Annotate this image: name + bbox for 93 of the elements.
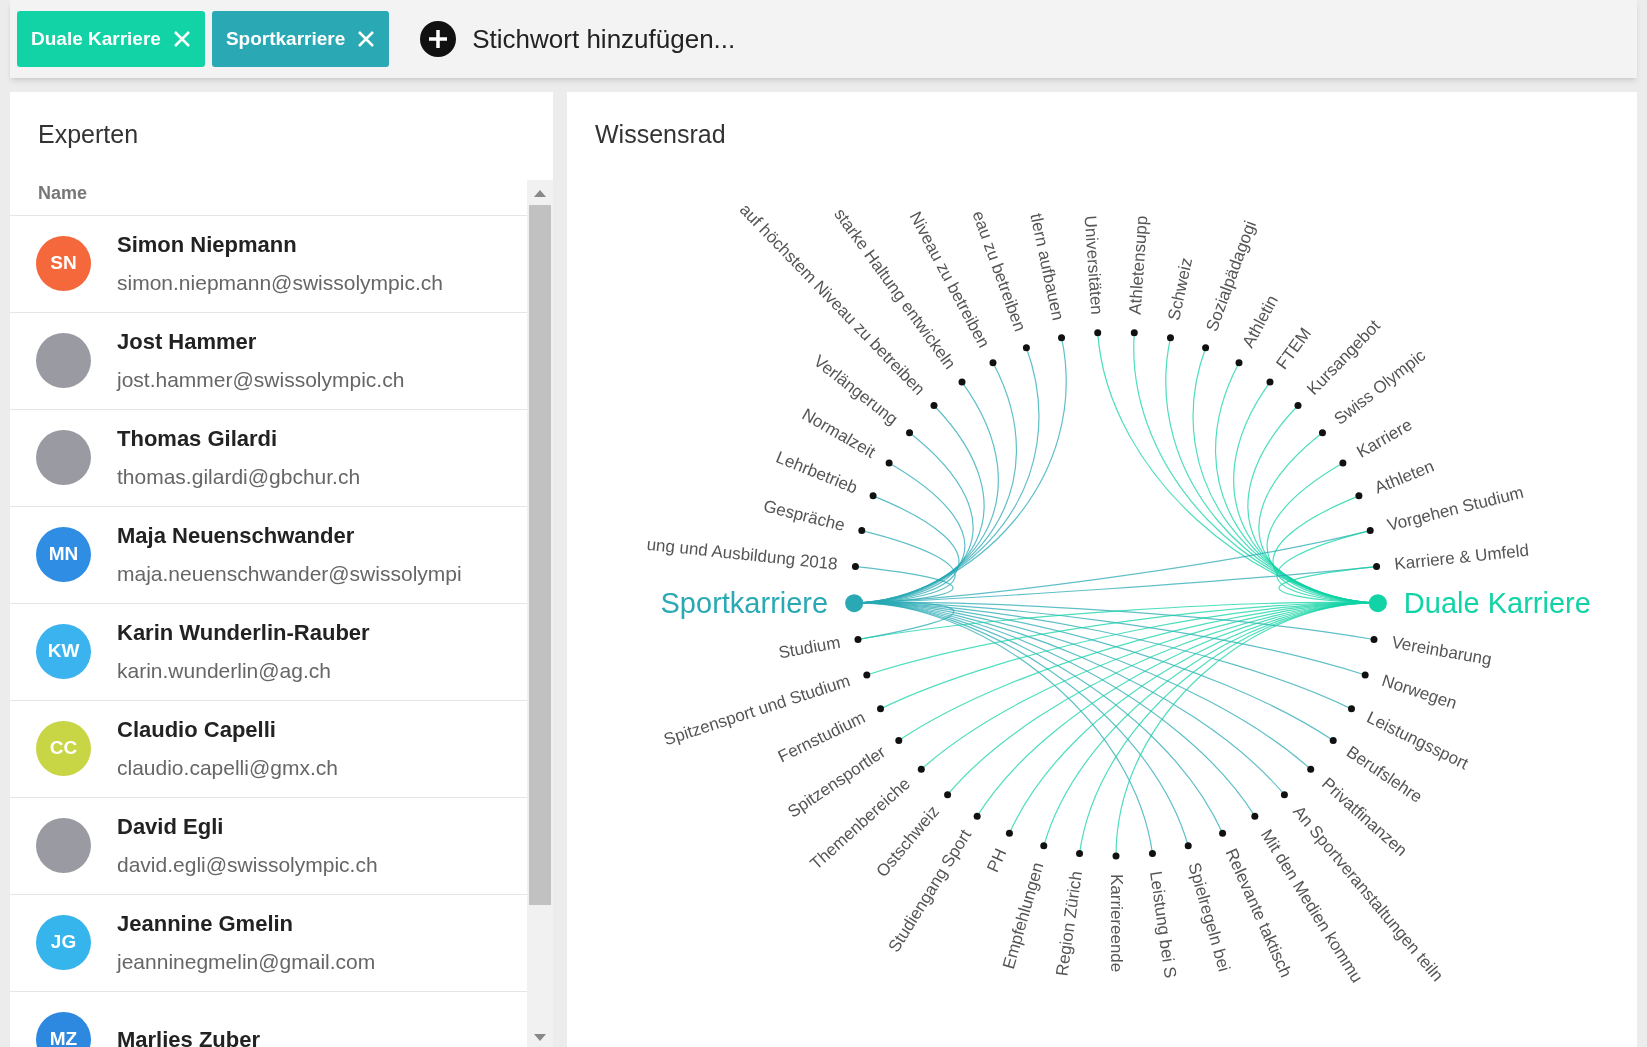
node-dot[interactable] — [1005, 829, 1013, 837]
node-dot[interactable] — [1373, 562, 1381, 570]
node-dot[interactable] — [1348, 704, 1355, 712]
node-label[interactable]: Region Zürich — [1052, 869, 1086, 977]
node-dot[interactable] — [1318, 428, 1326, 436]
node-dot[interactable] — [851, 562, 859, 570]
node-dot[interactable] — [1112, 852, 1120, 859]
node-dot[interactable] — [1251, 812, 1259, 820]
node-dot[interactable] — [1058, 333, 1066, 341]
node-dot[interactable] — [1366, 526, 1374, 534]
avatar: KW — [36, 624, 91, 679]
node-dot[interactable] — [1094, 328, 1102, 336]
node-dot[interactable] — [906, 428, 914, 436]
node-dot[interactable] — [1166, 333, 1174, 341]
node-dot[interactable] — [930, 401, 938, 409]
hub-node[interactable] — [845, 593, 864, 612]
node-dot[interactable] — [944, 790, 952, 798]
tag-label: Sportkarriere — [225, 26, 346, 51]
panel-title: Wissensrad — [594, 119, 727, 150]
node-dot[interactable] — [858, 526, 866, 534]
node-dot[interactable] — [989, 358, 997, 366]
node-dot[interactable] — [973, 812, 981, 820]
avatar: SN — [36, 236, 91, 291]
node-dot[interactable] — [1280, 790, 1288, 798]
node-label[interactable]: tlern aufbauen — [1026, 211, 1068, 322]
node-label[interactable]: Leistung bei S — [1146, 869, 1180, 979]
node-dot[interactable] — [1361, 670, 1369, 678]
node-dot[interactable] — [1202, 343, 1210, 351]
expert-name[interactable]: Thomas Gilardi — [117, 422, 361, 456]
node-dot[interactable] — [1219, 829, 1227, 837]
expert-email: jeanninegmelin@gmail.com — [117, 949, 376, 976]
expert-email: karin.wunderlin@ag.ch — [117, 658, 332, 685]
avatar-photo — [36, 333, 91, 388]
expert-email: maja.neuenschwander@swissolympi — [117, 561, 462, 588]
avatar: MN — [36, 527, 91, 582]
expert-email: jost.hammer@swissolympic.ch — [117, 367, 405, 394]
node-dot[interactable] — [1022, 343, 1030, 351]
node-dot[interactable] — [895, 736, 903, 744]
expert-name[interactable]: Simon Niepmann — [117, 228, 443, 262]
node-dot[interactable] — [1294, 401, 1302, 409]
node-dot[interactable] — [885, 459, 893, 466]
node-dot[interactable] — [1370, 635, 1378, 643]
avatar-photo — [36, 430, 91, 485]
node-dot[interactable] — [1266, 378, 1274, 386]
expert-email: thomas.gilardi@gbchur.ch — [117, 464, 361, 491]
expert-name[interactable]: Marlies Zuber — [117, 1023, 261, 1047]
avatar: MZ — [36, 1012, 91, 1047]
node-dot[interactable] — [863, 670, 871, 678]
node-dot[interactable] — [877, 704, 884, 712]
expert-email: david.egli@swissolympic.ch — [117, 852, 378, 879]
node-label[interactable]: Karriere & Umfeld — [1393, 540, 1530, 574]
node-dot[interactable] — [1076, 849, 1084, 857]
node-label[interactable]: Karriereende — [1107, 873, 1126, 972]
expert-name[interactable]: David Egli — [117, 810, 378, 844]
expert-name[interactable]: Claudio Capelli — [117, 713, 338, 747]
expert-email: simon.niepmann@swissolympic.ch — [117, 270, 443, 297]
scrollbar[interactable] — [527, 179, 553, 1047]
node-label[interactable]: Schweiz — [1164, 255, 1197, 322]
expert-name[interactable]: Jeannine Gmelin — [117, 907, 376, 941]
avatar: JG — [36, 915, 91, 970]
node-dot[interactable] — [1329, 736, 1337, 744]
avatar-photo — [36, 818, 91, 873]
node-dot[interactable] — [958, 378, 966, 386]
tag-label: Duale Karriere — [31, 26, 161, 51]
node-dot[interactable] — [1307, 765, 1315, 773]
scrollbar-thumb[interactable] — [529, 204, 551, 905]
node-dot[interactable] — [1235, 358, 1243, 366]
node-label[interactable]: Studium — [777, 632, 842, 662]
expert-name[interactable]: Jost Hammer — [117, 325, 405, 359]
node-dot[interactable] — [1355, 491, 1363, 499]
node-dot[interactable] — [1339, 459, 1347, 466]
column-header[interactable]: Name — [38, 182, 88, 203]
hub-node[interactable] — [1368, 593, 1387, 612]
node-dot[interactable] — [1184, 841, 1192, 849]
node-label[interactable]: Universitäten — [1080, 214, 1107, 315]
node-dot[interactable] — [1148, 849, 1156, 857]
node-dot[interactable] — [854, 635, 862, 643]
expert-email: claudio.capelli@gmx.ch — [117, 755, 338, 782]
close-icon[interactable] — [357, 30, 376, 48]
panel-title: Experten — [37, 119, 140, 150]
node-dot[interactable] — [869, 491, 877, 499]
node-label[interactable]: ung und Ausbildung 2018 — [645, 534, 839, 574]
expert-name[interactable]: Maja Neuenschwander — [117, 519, 462, 553]
expert-name[interactable]: Karin Wunderlin-Rauber — [117, 616, 370, 650]
avatar: CC — [36, 721, 91, 776]
scroll-down-icon[interactable] — [534, 1034, 546, 1041]
plus-icon — [420, 21, 457, 57]
keyword-field[interactable]: Stichwort hinzufügen... — [472, 19, 1630, 59]
node-dot[interactable] — [1040, 841, 1048, 849]
node-dot[interactable] — [917, 765, 925, 773]
scroll-up-icon[interactable] — [534, 189, 546, 197]
node-label[interactable]: Athletensupp — [1125, 214, 1152, 315]
node-dot[interactable] — [1130, 328, 1138, 336]
